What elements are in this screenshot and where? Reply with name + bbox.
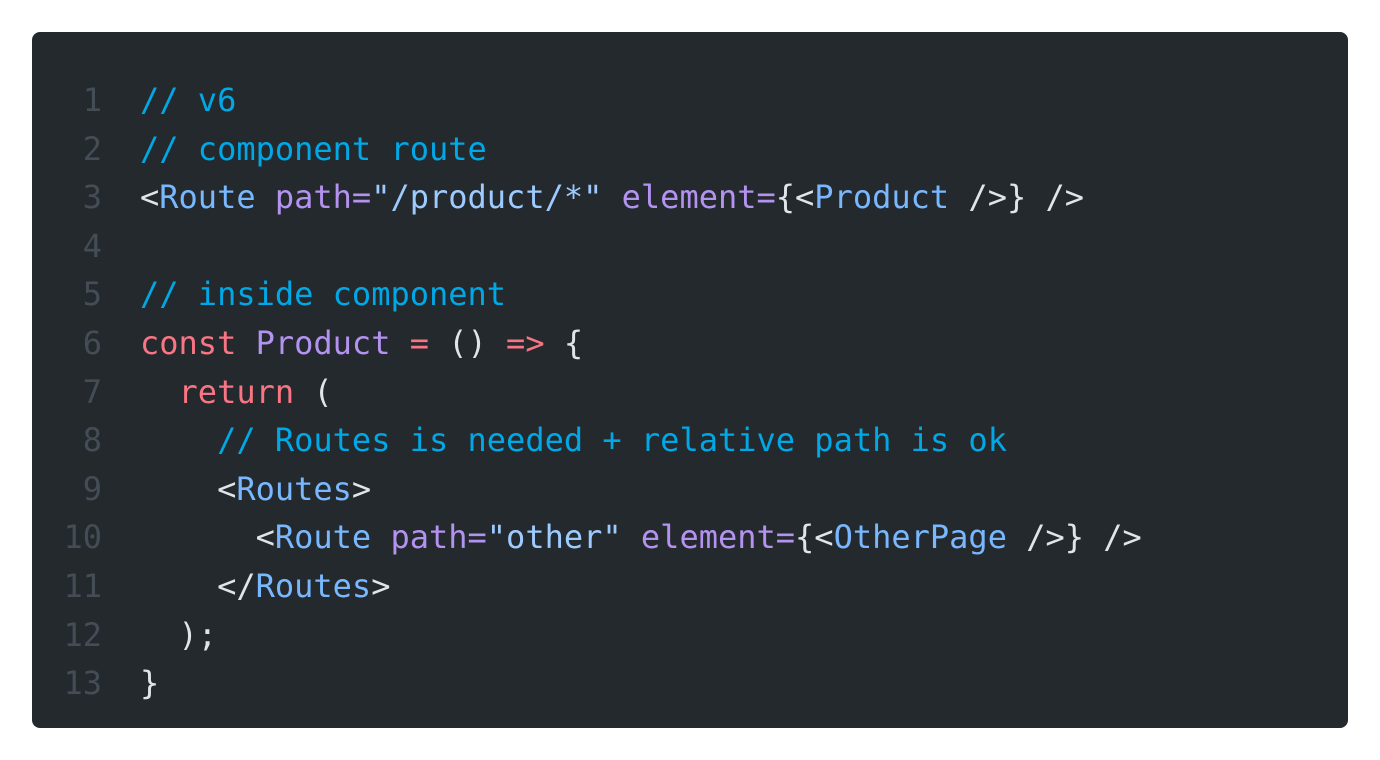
code-block: 1// v6 2// component route 3 <Route path="/…: [32, 32, 1348, 728]
code-token-punct: />} />: [1006, 518, 1142, 557]
line-content: );: [140, 611, 218, 660]
line-content: <Route path="/product/*" element={<Produ…: [140, 173, 1084, 222]
code-token-keyword: return: [178, 372, 295, 411]
code-token-tag: Routes: [255, 566, 372, 605]
code-line: 11 </Routes>: [32, 567, 1348, 637]
line-number: 6: [82, 323, 102, 362]
code-token-punct: );: [140, 615, 218, 654]
line-content: // inside component: [140, 270, 506, 319]
code-token-punct: <: [140, 518, 275, 557]
code-line: 3 <Route path="/product/*" element={<Prod…: [32, 178, 1348, 248]
line-number: 7: [82, 372, 102, 411]
line-number: 4: [82, 226, 102, 265]
code-token-comment: // v6: [140, 81, 237, 119]
line-number: 5: [82, 275, 102, 314]
code-token-punct: [371, 518, 390, 556]
line-content: // v6: [140, 76, 236, 125]
code-line: 13}: [32, 664, 1348, 734]
line-number: 10: [63, 518, 102, 557]
code-token-punct: [140, 421, 217, 459]
code-token-keyword: const: [140, 323, 256, 362]
code-token-string: "/product/*": [371, 178, 603, 217]
code-line: 12 );: [32, 616, 1348, 686]
code-token-punct: </: [140, 566, 256, 605]
code-token-tag: Route: [159, 178, 256, 217]
line-content: </Routes>: [140, 562, 390, 611]
line-content: return (: [140, 368, 333, 417]
line-number: 12: [63, 615, 102, 654]
code-token-punct: <: [140, 469, 237, 508]
code-token-punct: }: [140, 664, 160, 703]
code-token-punct: [140, 373, 179, 411]
code-token-attr: path=: [274, 178, 372, 217]
code-token-punct: {: [544, 323, 584, 362]
code-token-fn: Product: [255, 323, 391, 362]
code-token-string: "other": [486, 518, 622, 557]
code-token-punct: {<: [775, 178, 815, 217]
code-token-attr: element=: [621, 178, 776, 217]
line-number: 13: [63, 664, 102, 703]
line-number: 3: [82, 178, 102, 217]
code-token-punct: <: [140, 178, 160, 217]
line-number: 2: [82, 129, 102, 168]
line-number: 11: [63, 566, 102, 605]
code-token-comment: // component route: [140, 129, 487, 168]
line-content: // Routes is needed + relative path is o…: [140, 416, 1007, 465]
line-content: <Routes>: [140, 465, 371, 514]
code-token-punct: >: [351, 469, 372, 508]
line-content: // component route: [140, 125, 487, 174]
code-token-punct: />} />: [949, 178, 1085, 217]
line-number: 8: [82, 421, 102, 460]
code-token-punct: [602, 178, 621, 216]
code-token-punct: (: [294, 372, 333, 411]
line-number: 1: [82, 81, 102, 119]
code-token-attr: element=: [640, 518, 796, 557]
code-token-punct: >: [371, 566, 391, 605]
code-token-comment: // Routes is needed + relative path is o…: [217, 421, 1007, 460]
code-token-punct: [622, 518, 641, 556]
code-token-attr: path=: [390, 518, 487, 557]
code-token-comment: // inside component: [140, 275, 507, 314]
code-token-tag: Product: [814, 178, 950, 217]
line-content: }: [140, 659, 159, 708]
code-token-keyword: =: [390, 323, 449, 362]
code-token-tag: Route: [274, 518, 372, 557]
code-token-punct: [256, 178, 275, 216]
code-token-tag: Routes: [236, 469, 352, 508]
code-token-tag: OtherPage: [833, 518, 1007, 557]
code-token-keyword: =>: [506, 323, 545, 362]
line-number: 9: [82, 469, 102, 508]
code-token-punct: (): [448, 323, 507, 362]
line-content: const Product = () => {: [140, 319, 583, 368]
code-token-punct: {<: [795, 518, 834, 557]
line-content: <Route path="other" element={<OtherPage …: [140, 513, 1142, 562]
